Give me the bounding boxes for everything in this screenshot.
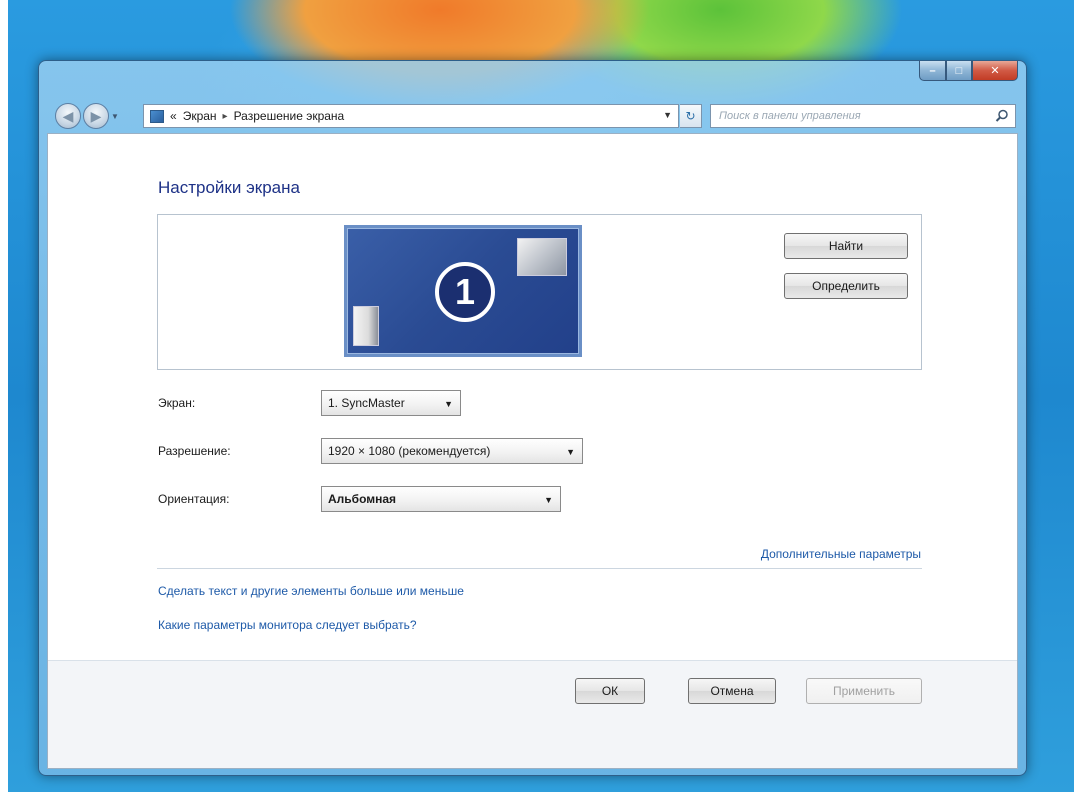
- resolution-select[interactable]: 1920 × 1080 (рекомендуется) ▼: [321, 438, 583, 464]
- back-button[interactable]: ◀: [55, 103, 81, 129]
- screen-resolution-window: – □ ✕ ◀ ▶ ▼ « Экран ▸ Разрешение экрана …: [38, 60, 1027, 776]
- chevron-down-icon: ▼: [444, 399, 453, 409]
- ok-button[interactable]: ОК: [575, 678, 645, 704]
- back-arrow-icon: ◀: [62, 107, 74, 124]
- text-size-link[interactable]: Сделать текст и другие элементы больше и…: [158, 584, 464, 598]
- close-button[interactable]: ✕: [972, 61, 1018, 81]
- control-panel-icon: [150, 109, 164, 123]
- search-icon[interactable]: [995, 109, 1009, 123]
- orientation-select[interactable]: Альбомная ▼: [321, 486, 561, 512]
- maximize-button[interactable]: □: [946, 61, 972, 81]
- resolution-label: Разрешение:: [158, 444, 231, 458]
- breadcrumb-separator-icon[interactable]: ▸: [223, 111, 228, 122]
- identify-button[interactable]: Определить: [784, 273, 908, 299]
- content-area: Настройки экрана 1 Найти Определить Экра…: [47, 133, 1018, 769]
- divider: [157, 568, 922, 569]
- advanced-settings-link[interactable]: Дополнительные параметры: [761, 547, 921, 561]
- breadcrumb-screen[interactable]: Экран: [183, 109, 217, 123]
- window-controls: – □ ✕: [919, 61, 1018, 81]
- screen-label: Экран:: [158, 396, 196, 410]
- forward-button[interactable]: ▶: [83, 103, 109, 129]
- which-settings-link[interactable]: Какие параметры монитора следует выбрать…: [158, 618, 417, 632]
- refresh-icon: ↻: [685, 109, 696, 123]
- apply-button[interactable]: Применить: [806, 678, 922, 704]
- window-thumbnail-icon: [517, 238, 567, 276]
- chevron-down-icon: ▼: [566, 447, 575, 457]
- resolution-select-value: 1920 × 1080 (рекомендуется): [328, 444, 491, 458]
- cancel-button[interactable]: Отмена: [688, 678, 776, 704]
- address-dropdown-icon[interactable]: ▼: [663, 110, 672, 120]
- forward-arrow-icon: ▶: [90, 107, 102, 124]
- page-title: Настройки экрана: [158, 178, 300, 197]
- monitor-1-preview[interactable]: 1: [344, 225, 582, 357]
- minimize-button[interactable]: –: [919, 61, 946, 81]
- navigation-bar: ◀ ▶ ▼ « Экран ▸ Разрешение экрана ▼ ↻: [47, 101, 1018, 131]
- refresh-button[interactable]: ↻: [680, 104, 702, 128]
- orientation-label: Ориентация:: [158, 492, 230, 506]
- chevron-down-icon: ▼: [544, 495, 553, 505]
- address-bar[interactable]: « Экран ▸ Разрешение экрана ▼: [143, 104, 679, 128]
- desktop-edge: [0, 0, 8, 792]
- find-button[interactable]: Найти: [784, 233, 908, 259]
- search-input[interactable]: [719, 105, 989, 127]
- breadcrumb-resolution[interactable]: Разрешение экрана: [234, 109, 345, 123]
- orientation-select-value: Альбомная: [328, 492, 397, 506]
- recent-pages-dropdown[interactable]: ▼: [111, 112, 119, 121]
- search-box[interactable]: [710, 104, 1016, 128]
- breadcrumb-prefix[interactable]: «: [170, 109, 177, 123]
- monitor-number: 1: [435, 262, 495, 322]
- display-preview-panel: 1 Найти Определить: [157, 214, 922, 370]
- document-thumbnail-icon: [353, 306, 379, 346]
- screen-select[interactable]: 1. SyncMaster ▼: [321, 390, 461, 416]
- screen-select-value: 1. SyncMaster: [328, 396, 405, 410]
